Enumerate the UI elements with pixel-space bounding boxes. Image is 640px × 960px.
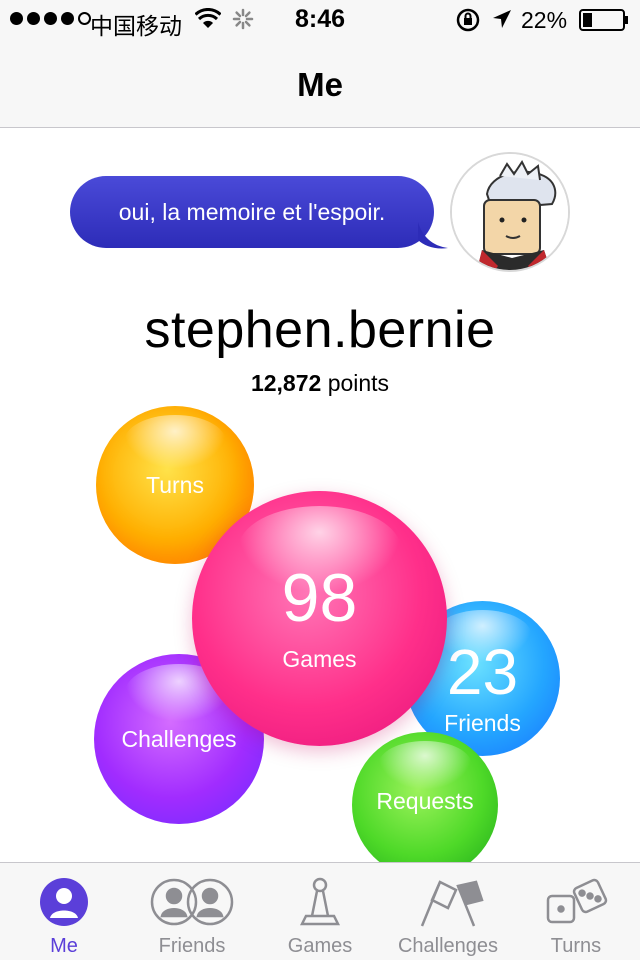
tab-challenges[interactable]: Challenges [384, 863, 512, 960]
requests-bubble[interactable]: Requests [352, 732, 498, 878]
battery-icon [579, 9, 629, 38]
flags-icon [412, 875, 484, 929]
requests-bubble-label: Requests [376, 787, 474, 814]
tab-label: Me [50, 935, 78, 957]
points-label: points [327, 370, 390, 396]
game-piece-icon [298, 875, 342, 929]
games-bubble-label: Games [282, 646, 357, 672]
navigation-bar: Me [0, 40, 640, 128]
games-bubble[interactable]: 98 Games [192, 491, 447, 746]
location-arrow-icon [491, 8, 513, 37]
turns-bubble-label: Turns [146, 471, 204, 498]
player-points: 12,872 points [0, 370, 640, 397]
tab-me[interactable]: Me [0, 863, 128, 960]
tab-turns[interactable]: Turns [512, 863, 640, 960]
tab-label: Challenges [397, 935, 499, 957]
status-bar: 中国移动 8:46 22% [0, 0, 640, 40]
rotation-lock-icon [455, 8, 481, 39]
person-icon [38, 875, 90, 929]
tab-bar: Me Friends Games Challenges Turns [0, 862, 640, 960]
page-title: Me [297, 66, 343, 103]
points-value: 12,872 [250, 370, 322, 396]
tab-friends[interactable]: Friends [128, 863, 256, 960]
challenges-bubble-label: Challenges [121, 725, 237, 752]
tab-label: Games [287, 935, 353, 957]
tab-label: Friends [158, 935, 226, 957]
friends-icon [150, 875, 234, 929]
battery-percentage: 22% [521, 7, 568, 33]
games-count: 98 [281, 560, 358, 636]
bubble-tail-icon [418, 222, 448, 249]
status-message-bubble[interactable]: oui, la memoire et l'espoir. [70, 176, 434, 248]
tab-label: Turns [550, 935, 602, 957]
status-message-text: oui, la memoire et l'espoir. [118, 198, 386, 225]
avatar[interactable] [450, 152, 570, 272]
dice-icon [544, 875, 608, 929]
player-username: stephen.bernie [144, 301, 496, 359]
friends-count: 23 [446, 636, 519, 708]
friends-bubble-label: Friends [444, 710, 521, 736]
tab-games[interactable]: Games [256, 863, 384, 960]
